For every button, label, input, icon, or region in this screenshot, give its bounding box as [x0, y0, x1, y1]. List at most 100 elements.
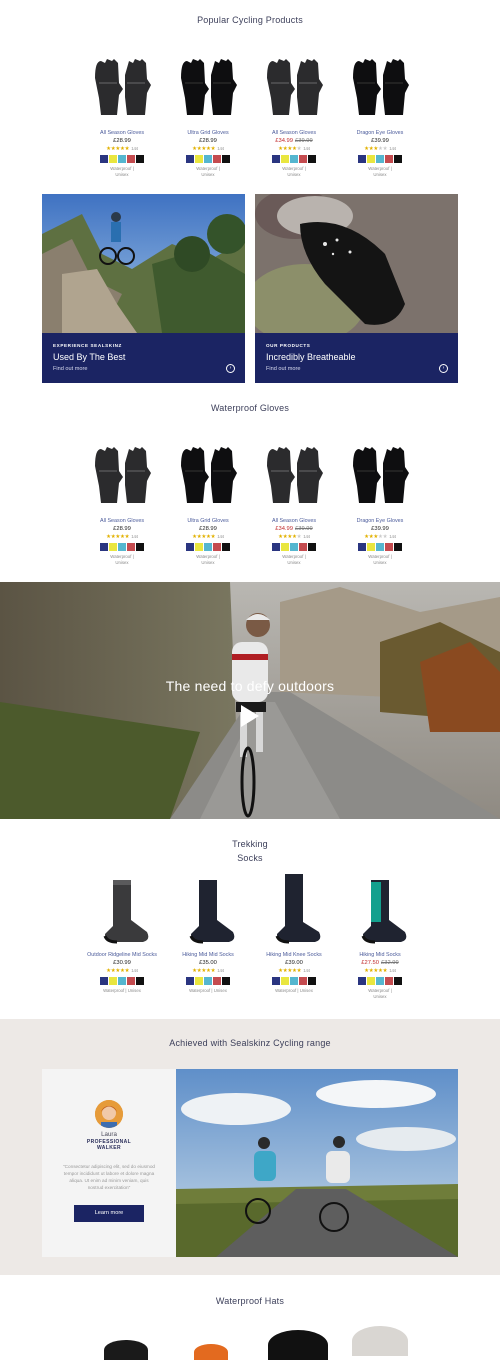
color-swatch[interactable]	[109, 977, 117, 985]
play-icon[interactable]	[241, 705, 259, 727]
product-name[interactable]: Dragon Eye Gloves	[342, 130, 418, 137]
promo-tile-breatheable[interactable]: OUR PRODUCTS Incredibly Breatheable Find…	[255, 194, 458, 383]
color-swatch[interactable]	[204, 543, 212, 551]
color-swatch[interactable]	[204, 977, 212, 985]
color-swatch[interactable]	[358, 543, 366, 551]
color-swatch[interactable]	[272, 543, 280, 551]
color-swatch[interactable]	[127, 155, 135, 163]
color-swatch[interactable]	[136, 543, 144, 551]
color-swatch[interactable]	[385, 543, 393, 551]
product-card[interactable]: Dragon Eye Gloves £39.99 ★★★★★ 144 Waterp…	[342, 436, 418, 566]
color-swatch[interactable]	[195, 155, 203, 163]
color-swatch[interactable]	[118, 155, 126, 163]
color-swatch[interactable]	[299, 977, 307, 985]
sock-image[interactable]	[170, 870, 246, 950]
glove-image[interactable]	[342, 48, 418, 128]
product-card[interactable]: Hiking Mid Knee Socks £39.00 ★★★★★ 144 Wa…	[256, 870, 332, 994]
hat-image-black[interactable]	[104, 1340, 148, 1360]
promo-link[interactable]: Find out more	[53, 366, 88, 372]
color-swatch[interactable]	[100, 155, 108, 163]
product-name[interactable]: All Season Gloves	[256, 518, 332, 525]
color-swatch[interactable]	[118, 977, 126, 985]
product-card[interactable]: All Season Gloves £34.99 £39.99 ★★★★★ 144 …	[256, 436, 332, 566]
color-swatch[interactable]	[213, 155, 221, 163]
color-swatch[interactable]	[308, 977, 316, 985]
color-swatch[interactable]	[394, 977, 402, 985]
product-card[interactable]: All Season Gloves £34.99 £39.99 ★★★★★ 144 …	[256, 48, 332, 178]
color-swatch[interactable]	[195, 543, 203, 551]
color-swatch[interactable]	[195, 977, 203, 985]
color-swatch[interactable]	[272, 155, 280, 163]
product-name[interactable]: Ultra Grid Gloves	[170, 130, 246, 137]
learn-more-button[interactable]: Learn more	[74, 1205, 144, 1222]
color-swatch[interactable]	[308, 155, 316, 163]
color-swatch[interactable]	[109, 543, 117, 551]
color-swatch[interactable]	[100, 977, 108, 985]
color-swatch[interactable]	[376, 543, 384, 551]
glove-image[interactable]	[342, 436, 418, 516]
arrow-right-icon[interactable]: ›	[226, 364, 235, 373]
glove-image[interactable]	[84, 48, 160, 128]
color-swatch[interactable]	[136, 155, 144, 163]
product-name[interactable]: Hiking Mid Knee Socks	[256, 952, 332, 959]
color-swatch[interactable]	[109, 155, 117, 163]
glove-image[interactable]	[170, 436, 246, 516]
color-swatch[interactable]	[299, 155, 307, 163]
product-card[interactable]: Dragon Eye Gloves £39.99 ★★★★★ 144 Waterp…	[342, 48, 418, 178]
color-swatch[interactable]	[308, 543, 316, 551]
color-swatch[interactable]	[127, 543, 135, 551]
color-swatch[interactable]	[100, 543, 108, 551]
product-card[interactable]: Ultra Grid Gloves £28.99 ★★★★★ 144 Waterp…	[170, 48, 246, 178]
color-swatch[interactable]	[376, 155, 384, 163]
product-name[interactable]: Dragon Eye Gloves	[342, 518, 418, 525]
color-swatch[interactable]	[358, 155, 366, 163]
color-swatch[interactable]	[394, 543, 402, 551]
color-swatch[interactable]	[385, 155, 393, 163]
color-swatch[interactable]	[222, 977, 230, 985]
sock-image[interactable]	[342, 870, 418, 950]
arrow-right-icon[interactable]: ›	[439, 364, 448, 373]
color-swatch[interactable]	[367, 155, 375, 163]
promo-link[interactable]: Find out more	[266, 366, 301, 372]
sock-image[interactable]	[256, 870, 332, 950]
color-swatch[interactable]	[213, 543, 221, 551]
product-name[interactable]: Hiking Mid Mid Socks	[170, 952, 246, 959]
product-name[interactable]: Outdoor Ridgeline Mid Socks	[84, 952, 160, 959]
color-swatch[interactable]	[290, 543, 298, 551]
hat-image-knit[interactable]	[352, 1326, 408, 1356]
promo-tile-used-by-best[interactable]: EXPERIENCE SEALSKINZ Used By The Best Fi…	[42, 194, 245, 383]
color-swatch[interactable]	[367, 543, 375, 551]
product-card[interactable]: Ultra Grid Gloves £28.99 ★★★★★ 144 Waterp…	[170, 436, 246, 566]
product-name[interactable]: Hiking Mid Socks	[342, 952, 418, 959]
color-swatch[interactable]	[186, 977, 194, 985]
hat-image-black-beanie[interactable]	[268, 1330, 328, 1360]
color-swatch[interactable]	[281, 977, 289, 985]
color-swatch[interactable]	[213, 977, 221, 985]
color-swatch[interactable]	[118, 543, 126, 551]
glove-image[interactable]	[170, 48, 246, 128]
hat-image-orange[interactable]	[194, 1344, 228, 1360]
color-swatch[interactable]	[281, 155, 289, 163]
color-swatch[interactable]	[222, 155, 230, 163]
glove-image[interactable]	[256, 436, 332, 516]
product-card[interactable]: Outdoor Ridgeline Mid Socks £30.99 ★★★★★…	[84, 870, 160, 994]
product-card[interactable]: Hiking Mid Mid Socks £35.00 ★★★★★ 144 Wat…	[170, 870, 246, 994]
color-swatch[interactable]	[376, 977, 384, 985]
product-name[interactable]: All Season Gloves	[84, 518, 160, 525]
product-name[interactable]: All Season Gloves	[256, 130, 332, 137]
color-swatch[interactable]	[186, 155, 194, 163]
sock-image[interactable]	[84, 870, 160, 950]
video-banner[interactable]: The need to defy outdoors	[0, 582, 500, 819]
glove-image[interactable]	[256, 48, 332, 128]
color-swatch[interactable]	[367, 977, 375, 985]
color-swatch[interactable]	[299, 543, 307, 551]
glove-image[interactable]	[84, 436, 160, 516]
color-swatch[interactable]	[186, 543, 194, 551]
color-swatch[interactable]	[290, 155, 298, 163]
color-swatch[interactable]	[290, 977, 298, 985]
color-swatch[interactable]	[272, 977, 280, 985]
product-card[interactable]: All Season Gloves £28.99 ★★★★★ 144 Waterp…	[84, 436, 160, 566]
product-name[interactable]: All Season Gloves	[84, 130, 160, 137]
color-swatch[interactable]	[385, 977, 393, 985]
color-swatch[interactable]	[394, 155, 402, 163]
